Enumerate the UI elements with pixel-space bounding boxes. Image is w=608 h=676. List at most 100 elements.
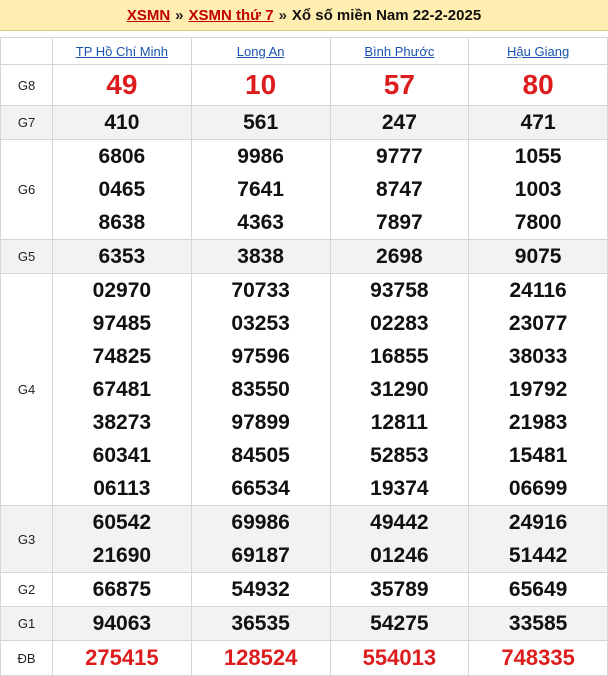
prize-number: 84505: [231, 444, 290, 467]
prize-number: 60542: [92, 511, 152, 534]
prize-cell: 2698: [329, 239, 470, 274]
prize-row-1: G7 410 561 247 471: [0, 105, 608, 140]
prize-number: 49: [106, 69, 138, 100]
prize-cell: 94063: [52, 606, 192, 641]
prize-number: 15481: [508, 444, 568, 467]
prize-number: 3838: [237, 245, 284, 268]
prize-number: 54932: [231, 578, 290, 601]
page-title: Xổ số miền Nam 22-2-2025: [291, 6, 482, 24]
prize-number: 02283: [370, 312, 429, 335]
prize-number: 69187: [231, 544, 290, 567]
prize-row-2: G6 6806 0465 8638 9986 7641 4363 9777 8747 7897 10…: [0, 139, 608, 240]
prize-number: 9075: [514, 245, 562, 268]
prize-number: 65649: [508, 578, 568, 601]
prize-row-6: G2 66875 54932 35789 65649: [0, 572, 608, 607]
prize-number: 38273: [92, 411, 152, 434]
prize-cell: 33585: [468, 606, 608, 641]
prize-cell: 70733 03253 97596 83550 97899 84505 66534: [190, 273, 331, 506]
prize-number: 7641: [237, 178, 284, 201]
prize-number: 38033: [508, 345, 568, 368]
prize-number: 23077: [508, 312, 568, 335]
prize-number: 410: [104, 111, 140, 134]
prize-number: 01246: [370, 544, 429, 567]
breadcrumb: XSMN » XSMN thứ 7 » Xổ số miền Nam 22-2-…: [0, 0, 608, 31]
prize-number: 128524: [223, 645, 298, 670]
prize-number: 66534: [231, 477, 290, 500]
prize-number: 471: [520, 111, 556, 134]
prize-number: 7800: [514, 211, 562, 234]
prize-label: G6: [0, 139, 53, 240]
prize-row-8: ĐB 275415 128524 554013 748335: [0, 640, 608, 676]
prize-cell: 1055 1003 7800: [468, 139, 608, 240]
province-header-row: TP Hồ Chí Minh Long An Bình Phước Hậu Gi…: [0, 37, 608, 65]
results-table: TP Hồ Chí Minh Long An Bình Phước Hậu Gi…: [0, 37, 608, 676]
prize-cell: 02970 97485 74825 67481 38273 60341 06113: [52, 273, 192, 506]
prize-number: 9777: [376, 145, 423, 168]
prize-label: G1: [0, 606, 53, 641]
prize-number: 1003: [514, 178, 562, 201]
prize-number: 54275: [370, 612, 429, 635]
prize-cell: 9986 7641 4363: [190, 139, 331, 240]
breadcrumb-separator: »: [175, 6, 184, 24]
prize-number: 35789: [370, 578, 429, 601]
prize-row-4: G4 02970 97485 74825 67481 38273 60341 06113 707…: [0, 273, 608, 506]
prize-number: 69986: [231, 511, 290, 534]
prize-number: 60341: [92, 444, 152, 467]
prize-number: 97899: [231, 411, 290, 434]
prize-number: 66875: [92, 578, 152, 601]
prize-number: 19374: [370, 477, 429, 500]
province-link-binh-phuoc[interactable]: Bình Phước: [364, 44, 434, 59]
prize-label: G2: [0, 572, 53, 607]
prize-number: 51442: [508, 544, 568, 567]
prize-cell: 3838: [190, 239, 331, 274]
province-link-long-an[interactable]: Long An: [237, 44, 285, 59]
prize-number: 10: [245, 69, 277, 100]
prize-cell: 80: [468, 64, 608, 106]
prize-number: 8747: [376, 178, 423, 201]
prize-row-5: G3 60542 21690 69986 69187 49442 01246 24916 514…: [0, 505, 608, 573]
prize-number: 12811: [370, 411, 428, 434]
province-header: TP Hồ Chí Minh: [52, 37, 192, 65]
breadcrumb-separator: »: [278, 6, 287, 24]
prize-number: 4363: [237, 211, 284, 234]
prize-row-7: G1 94063 36535 54275 33585: [0, 606, 608, 641]
prize-cell: 57: [329, 64, 470, 106]
prize-number: 0465: [98, 178, 146, 201]
prize-number: 6806: [98, 145, 146, 168]
prize-number: 57: [383, 69, 415, 100]
prize-number: 19792: [508, 378, 568, 401]
prize-cell: 49442 01246: [329, 505, 470, 573]
prize-number: 7897: [376, 211, 423, 234]
prize-number: 80: [522, 69, 554, 100]
breadcrumb-link-xsmn[interactable]: XSMN: [127, 7, 170, 24]
prize-number: 02970: [92, 279, 152, 302]
header-blank-cell: [0, 37, 53, 65]
prize-cell: 471: [468, 105, 608, 140]
prize-number: 74825: [92, 345, 152, 368]
prize-number: 06113: [93, 477, 151, 500]
prize-cell: 247: [329, 105, 470, 140]
prize-number: 93758: [370, 279, 429, 302]
prize-number: 6353: [98, 245, 146, 268]
prize-number: 67481: [92, 378, 152, 401]
prize-number: 247: [381, 111, 417, 134]
prize-cell: 410: [52, 105, 192, 140]
prize-cell: 275415: [52, 640, 192, 676]
prize-cell: 66875: [52, 572, 192, 607]
prize-number: 561: [243, 111, 279, 134]
prize-cell: 6353: [52, 239, 192, 274]
prize-cell: 49: [52, 64, 192, 106]
prize-row-3: G5 6353 3838 2698 9075: [0, 239, 608, 274]
prize-number: 52853: [370, 444, 429, 467]
prize-cell: 54275: [329, 606, 470, 641]
province-header: Long An: [190, 37, 331, 65]
prize-number: 21983: [508, 411, 568, 434]
prize-cell: 69986 69187: [190, 505, 331, 573]
prize-label: G4: [0, 273, 53, 506]
breadcrumb-link-xsmn-thu-7[interactable]: XSMN thứ 7: [189, 7, 274, 24]
prize-cell: 9075: [468, 239, 608, 274]
prize-number: 31290: [370, 378, 429, 401]
province-link-hau-giang[interactable]: Hậu Giang: [507, 44, 569, 59]
prize-cell: 9777 8747 7897: [329, 139, 470, 240]
province-link-ho-chi-minh[interactable]: TP Hồ Chí Minh: [76, 44, 168, 59]
